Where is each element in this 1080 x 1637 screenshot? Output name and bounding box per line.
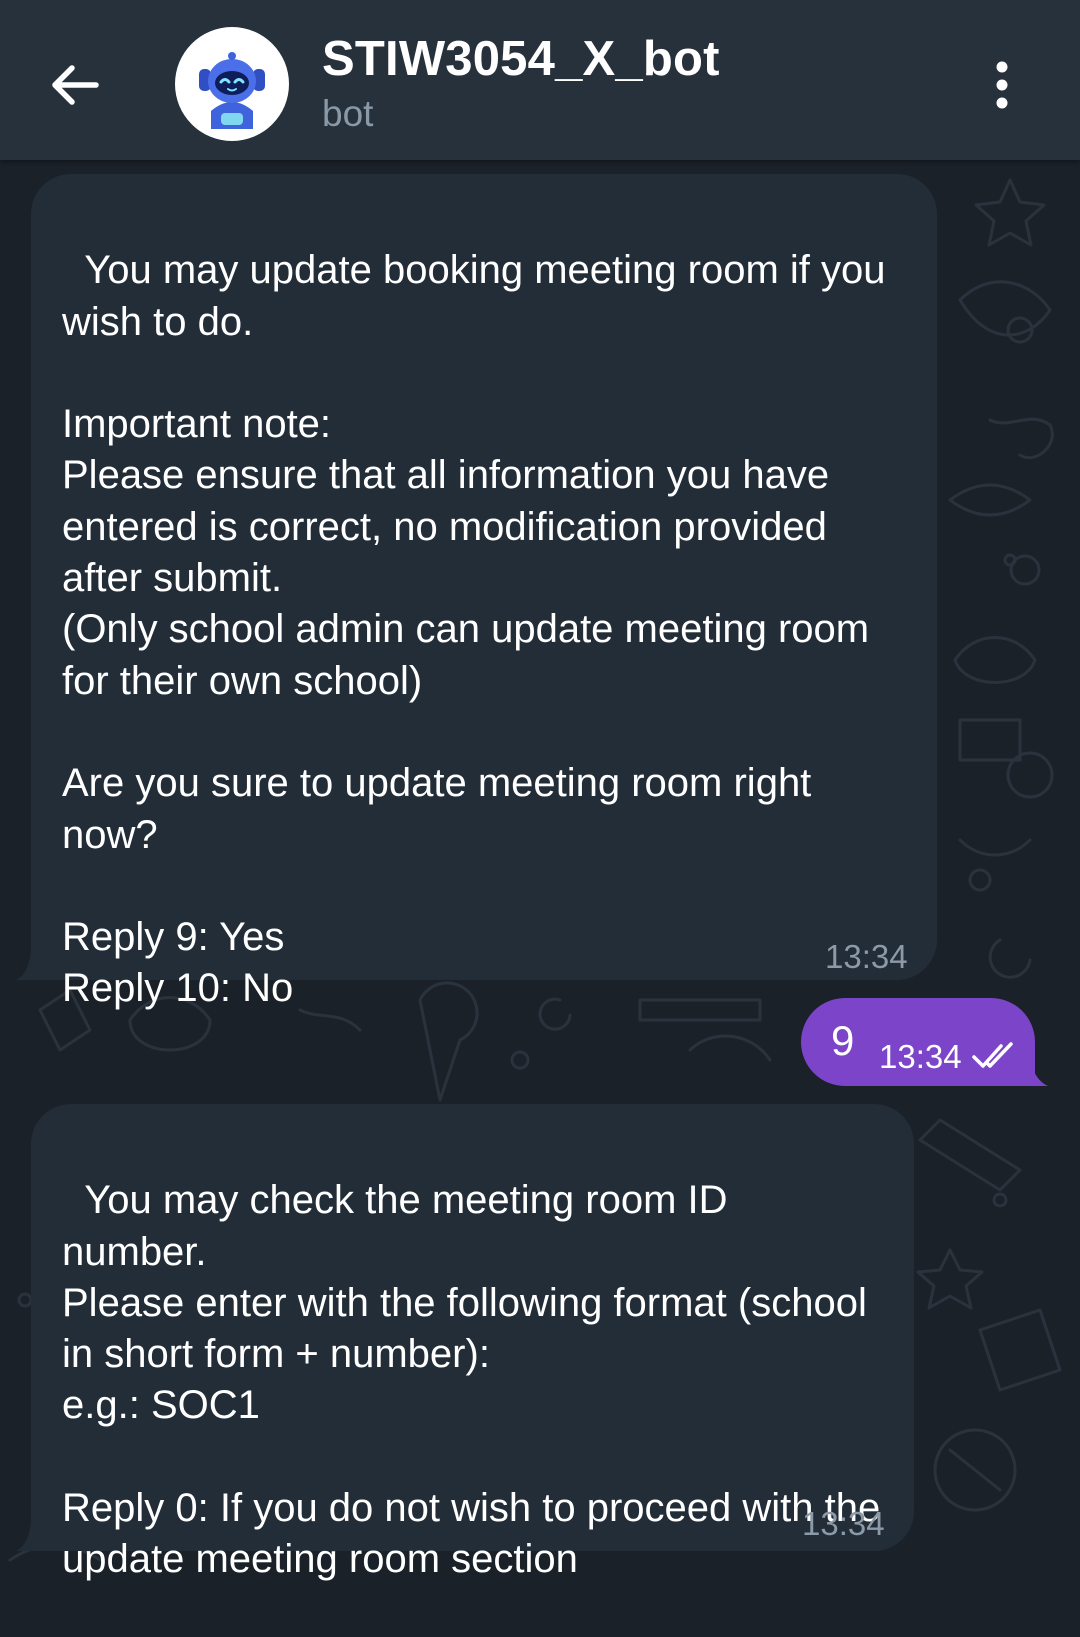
message-time: 13:34 xyxy=(802,1505,885,1542)
robot-avatar-icon xyxy=(199,52,265,129)
more-vertical-icon xyxy=(996,61,1008,109)
message-time: 13:34 xyxy=(879,1038,962,1075)
message-time: 13:34 xyxy=(825,938,908,975)
menu-button[interactable] xyxy=(976,52,1028,118)
arrow-left-icon xyxy=(52,65,99,105)
incoming-message[interactable]: You may check the meeting room ID number… xyxy=(31,1104,914,1581)
incoming-message[interactable]: You may update booking meeting room if y… xyxy=(31,174,937,1010)
chat-subtitle: bot xyxy=(322,93,374,134)
message-text: 9 xyxy=(831,1017,855,1064)
bubble-tail xyxy=(1030,1058,1048,1086)
message-text: You may update booking meeting room if y… xyxy=(62,248,886,1011)
outgoing-message[interactable]: 9 13:34 xyxy=(801,998,1035,1086)
message-text: You may check the meeting room ID number… xyxy=(62,1178,881,1582)
double-check-icon xyxy=(972,1042,1013,1068)
chat-header: STIW3054_X_bot bot xyxy=(0,0,1080,160)
back-button[interactable] xyxy=(42,52,108,118)
chat-title[interactable]: STIW3054_X_bot xyxy=(322,30,720,88)
avatar[interactable] xyxy=(175,27,289,141)
